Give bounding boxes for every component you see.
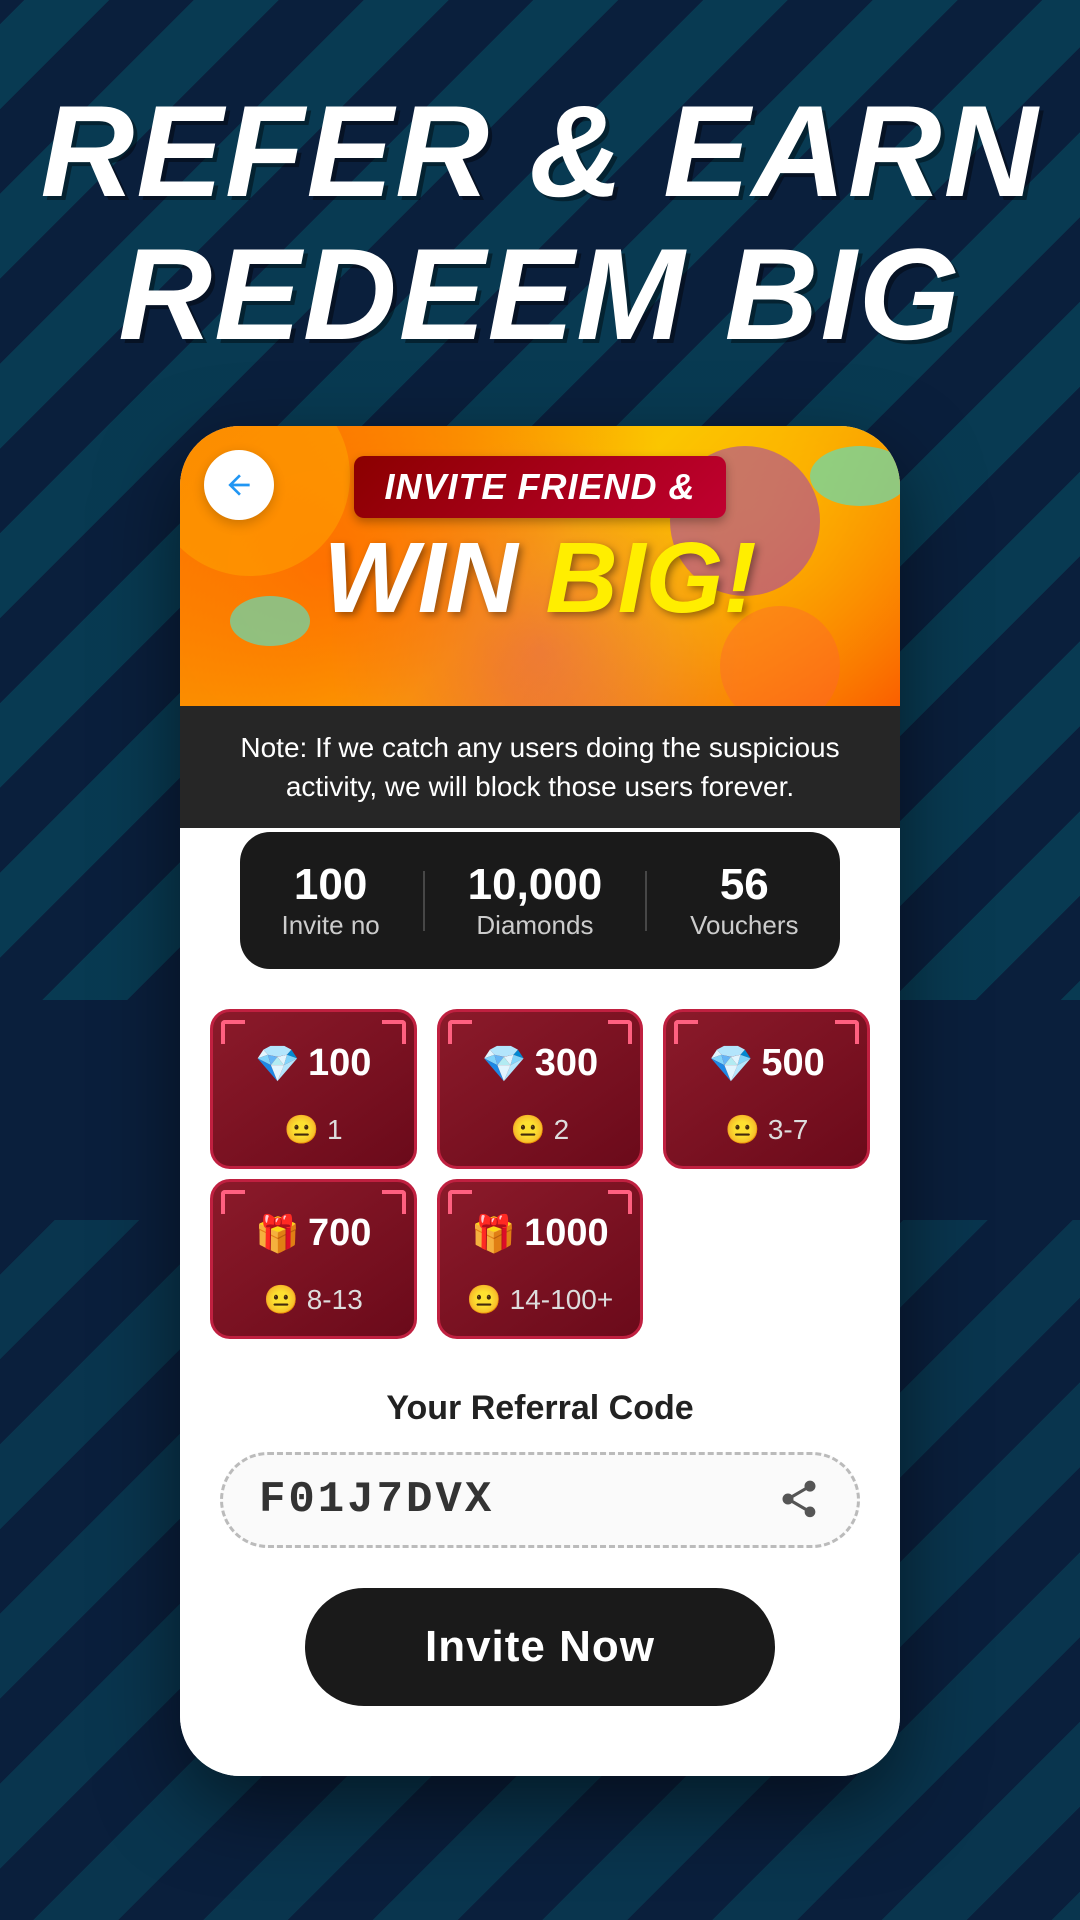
invite-icon-3: 😐 (725, 1113, 760, 1146)
phone-mockup: INVITE FRIEND & WIN BIG! Note: If we cat… (180, 426, 900, 1776)
reward-card-5: 🎁 1000 😐 14-100+ (437, 1179, 644, 1339)
referral-label: Your Referral Code (220, 1389, 860, 1428)
reward-icon-2: 💎 (482, 1043, 527, 1085)
win-big-text: WIN BIG! (210, 528, 870, 628)
reward-card-2: 💎 300 😐 2 (437, 1009, 644, 1169)
back-arrow-icon (223, 469, 255, 501)
rewards-grid-row2: 🎁 700 😐 8-13 🎁 1000 😐 14-100+ (180, 1179, 900, 1359)
header-block: REFER & EARN REDEEM BIG (40, 80, 1039, 366)
invite-icon-2: 😐 (511, 1113, 546, 1146)
banner-area: INVITE FRIEND & WIN BIG! (180, 426, 900, 706)
reward-icon-4: 🎁 (255, 1213, 300, 1255)
reward-card-1: 💎 100 😐 1 (210, 1009, 417, 1169)
header-line2: REDEEM BIG (40, 223, 1039, 366)
share-icon (777, 1477, 821, 1521)
stat-invite-no: 100 Invite no (281, 860, 379, 941)
invite-now-button[interactable]: Invite Now (305, 1588, 775, 1706)
reward-icon-5: 🎁 (471, 1213, 516, 1255)
stats-row: 100 Invite no 10,000 Diamonds 56 Voucher… (240, 832, 840, 969)
reward-icon-3: 💎 (709, 1043, 754, 1085)
referral-code-box: F01J7DVX (220, 1452, 860, 1548)
reward-icon-1: 💎 (255, 1043, 300, 1085)
referral-code: F01J7DVX (259, 1475, 494, 1525)
note-banner: Note: If we catch any users doing the su… (180, 706, 900, 828)
invite-icon-4: 😐 (264, 1283, 299, 1316)
stat-vouchers: 56 Vouchers (690, 860, 798, 941)
header-line1: REFER & EARN (40, 80, 1039, 223)
back-button[interactable] (204, 450, 274, 520)
invite-icon-5: 😐 (467, 1283, 502, 1316)
share-button[interactable] (777, 1477, 821, 1524)
reward-card-3: 💎 500 😐 3-7 (663, 1009, 870, 1169)
stat-diamonds: 10,000 Diamonds (468, 860, 603, 941)
invite-icon-1: 😐 (284, 1113, 319, 1146)
invite-friend-text: INVITE FRIEND & (354, 456, 725, 518)
referral-section: Your Referral Code F01J7DVX (180, 1359, 900, 1568)
rewards-grid-row1: 💎 100 😐 1 💎 300 😐 2 (180, 969, 900, 1179)
reward-card-4: 🎁 700 😐 8-13 (210, 1179, 417, 1339)
